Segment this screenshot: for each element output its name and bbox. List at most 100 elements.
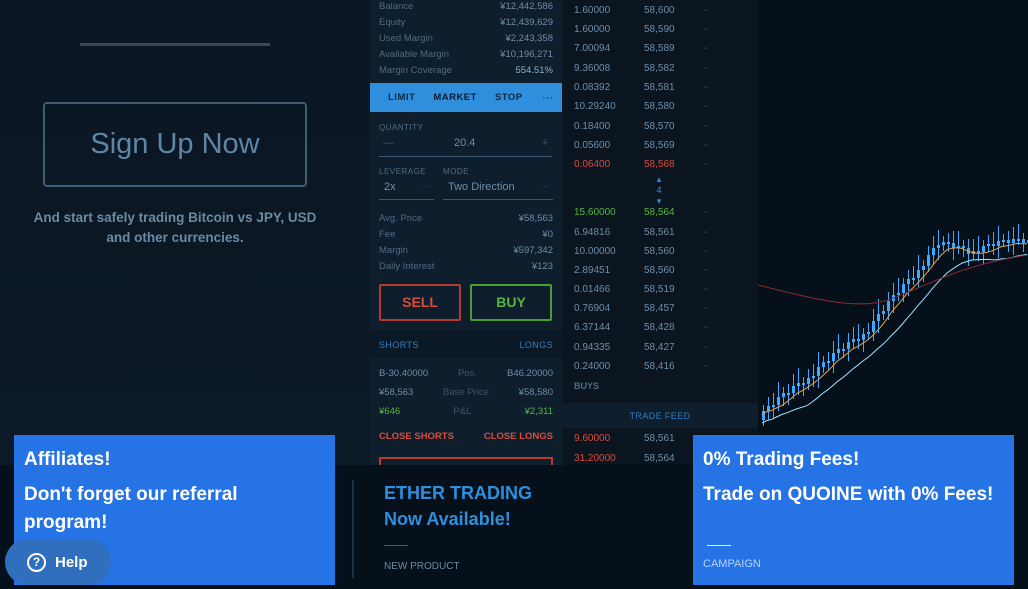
order-amount: 9.36008 bbox=[574, 63, 611, 74]
candle-body bbox=[987, 244, 990, 246]
leverage-select[interactable]: 2x ··· bbox=[379, 181, 434, 200]
mode-label: MODE bbox=[443, 167, 469, 176]
quantity-decrement[interactable]: — bbox=[383, 137, 394, 149]
price-chart[interactable] bbox=[757, 0, 1028, 470]
order-book-row[interactable]: 0.24000 58,416 - bbox=[574, 361, 744, 372]
quantity-value: 20.4 bbox=[454, 137, 476, 149]
close-longs-button[interactable]: CLOSE LONGS bbox=[484, 431, 553, 442]
candle-body bbox=[982, 246, 985, 252]
order-dash: - bbox=[704, 303, 708, 314]
order-book-row[interactable]: 1.60000 58,600 - bbox=[574, 5, 744, 16]
candle-body bbox=[842, 349, 845, 351]
fees-body: Trade on QUOINE with 0% Fees! bbox=[703, 484, 994, 505]
moving-average-short bbox=[761, 242, 1027, 415]
candle-body bbox=[867, 332, 870, 334]
order-amount: 10.00000 bbox=[574, 246, 616, 257]
help-label: Help bbox=[55, 553, 88, 571]
promo-divider bbox=[352, 480, 354, 578]
order-book-row[interactable]: 6.94816 58,561 - bbox=[574, 227, 744, 238]
candle-body bbox=[947, 242, 950, 244]
fees-tag: CAMPAIGN bbox=[703, 558, 761, 570]
quantity-stepper[interactable]: — 20.4 + bbox=[379, 137, 552, 157]
order-dash: - bbox=[704, 265, 708, 276]
hero-tagline: And start safely trading Bitcoin vs JPY,… bbox=[33, 210, 317, 245]
order-amount: 0.01466 bbox=[574, 284, 611, 295]
order-dash: - bbox=[704, 246, 708, 257]
mode-more-icon: ··· bbox=[540, 181, 549, 191]
candle-body bbox=[932, 248, 935, 255]
candle-body bbox=[832, 353, 835, 361]
sell-button[interactable]: SELL bbox=[379, 284, 461, 321]
ether-trading-card[interactable]: ETHER TRADING Now Available! bbox=[384, 480, 532, 532]
candle-body bbox=[877, 314, 880, 321]
order-book-row[interactable]: 15.60000 58,564 - bbox=[574, 207, 744, 218]
order-amount: 6.94816 bbox=[574, 227, 611, 238]
order-book-row[interactable]: 2.89451 58,560 - bbox=[574, 265, 744, 276]
order-book-row[interactable]: 10.00000 58,560 - bbox=[574, 246, 744, 257]
spread-up-icon: ▴ bbox=[656, 174, 662, 184]
tab-limit[interactable]: LIMIT bbox=[370, 92, 424, 103]
trade-amount: 9.60000 bbox=[574, 433, 611, 444]
order-amount: 0.08392 bbox=[574, 82, 611, 93]
candle-body bbox=[902, 284, 905, 293]
hero-divider bbox=[80, 43, 270, 46]
order-dash: - bbox=[704, 140, 708, 151]
order-amount: 1.60000 bbox=[574, 24, 611, 35]
order-dash: - bbox=[704, 207, 708, 218]
candle-body bbox=[817, 367, 820, 376]
order-dash: - bbox=[704, 284, 708, 295]
more-options-icon[interactable]: ··· bbox=[542, 92, 553, 104]
order-book-row[interactable]: 0.94335 58,427 - bbox=[574, 342, 744, 353]
order-book-row[interactable]: 0.08392 58,581 - bbox=[574, 82, 744, 93]
order-book-row[interactable]: 0.05600 58,569 - bbox=[574, 140, 744, 151]
signup-button[interactable]: Sign Up Now bbox=[43, 102, 307, 187]
order-book-row[interactable]: 10.29240 58,580 - bbox=[574, 101, 744, 112]
candle-body bbox=[822, 362, 825, 367]
order-amount: 0.05600 bbox=[574, 140, 611, 151]
candle-body bbox=[807, 378, 810, 384]
order-book-row[interactable]: 0.06400 58,568 - bbox=[574, 159, 744, 170]
order-book-row[interactable]: 0.76904 58,457 - bbox=[574, 303, 744, 314]
help-button[interactable]: ? Help bbox=[5, 539, 111, 585]
order-dash: - bbox=[704, 101, 708, 112]
candle-body bbox=[992, 244, 995, 246]
order-book-row[interactable]: 0.18400 58,570 - bbox=[574, 121, 744, 132]
order-amount: 0.06400 bbox=[574, 159, 611, 170]
order-amount: 0.76904 bbox=[574, 303, 611, 314]
candle-body bbox=[782, 393, 785, 397]
order-type-tabs: LIMIT MARKET STOP ··· bbox=[370, 83, 562, 112]
quantity-increment[interactable]: + bbox=[542, 137, 548, 149]
order-amount: 6.37144 bbox=[574, 322, 611, 333]
summary-fee: Fee ¥0 bbox=[379, 229, 553, 240]
order-book-row[interactable]: 9.36008 58,582 - bbox=[574, 63, 744, 74]
fees-campaign-card[interactable]: 0% Trading Fees! Trade on QUOINE with 0%… bbox=[693, 435, 1014, 585]
order-price: 58,589 bbox=[644, 43, 675, 54]
order-price: 58,568 bbox=[644, 159, 675, 170]
order-amount: 0.24000 bbox=[574, 361, 611, 372]
candle-body bbox=[1007, 240, 1010, 243]
order-price: 58,580 bbox=[644, 101, 675, 112]
ether-title-line1: ETHER TRADING bbox=[384, 483, 532, 503]
order-book-row[interactable]: 0.01466 58,519 - bbox=[574, 284, 744, 295]
order-price: 58,600 bbox=[644, 5, 675, 16]
order-book-row[interactable]: 7.00094 58,589 - bbox=[574, 43, 744, 54]
trading-panel: Balance ¥12,442,586 Equity ¥12,439,629 Use… bbox=[370, 0, 562, 471]
candle-body bbox=[887, 301, 890, 311]
mode-select[interactable]: Two Direction ··· bbox=[443, 181, 553, 200]
tab-market[interactable]: MARKET bbox=[424, 92, 486, 103]
candle-body bbox=[1022, 239, 1025, 243]
position-row: ¥646 P&L ¥2,311 bbox=[379, 406, 553, 417]
positions-header: SHORTS LONGS bbox=[370, 330, 562, 358]
buy-button[interactable]: BUY bbox=[470, 284, 552, 321]
candle-body bbox=[872, 321, 875, 332]
tab-stop[interactable]: STOP bbox=[486, 92, 532, 103]
order-price: 58,570 bbox=[644, 121, 675, 132]
candle-body bbox=[847, 342, 850, 349]
candle-body bbox=[767, 406, 770, 411]
close-shorts-button[interactable]: CLOSE SHORTS bbox=[379, 431, 454, 442]
order-book-row[interactable]: 6.37144 58,428 - bbox=[574, 322, 744, 333]
order-book-row[interactable]: 1.60000 58,590 - bbox=[574, 24, 744, 35]
order-amount: 1.60000 bbox=[574, 5, 611, 16]
account-row-equity: Equity ¥12,439,629 bbox=[379, 17, 553, 28]
candle-body bbox=[907, 279, 910, 284]
